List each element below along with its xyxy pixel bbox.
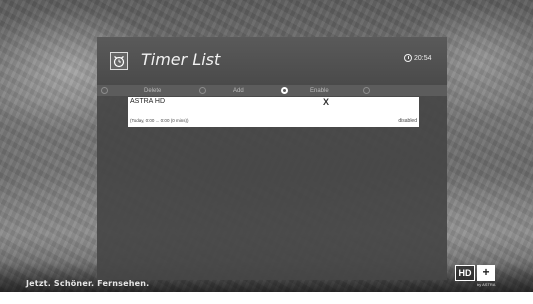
action-bar: Delete Add Enable — [97, 85, 447, 96]
add-label: Add — [233, 87, 244, 94]
hd-logo-text: HD — [455, 265, 475, 281]
enable-button[interactable] — [281, 85, 292, 96]
timer-list-panel: Timer List 20:54 Delete Add Enable ASTRA… — [97, 37, 447, 280]
clock-icon — [404, 54, 412, 62]
delete-label-wrap[interactable]: Delete — [144, 85, 161, 96]
page-title: Timer List — [141, 50, 221, 69]
enable-label-wrap[interactable]: Enable — [310, 85, 329, 96]
alarm-clock-icon — [110, 52, 128, 70]
enable-label: Enable — [310, 87, 329, 94]
logo-caption: by ASTRA — [477, 282, 496, 287]
timer-mark: X — [323, 97, 330, 107]
timer-status: disabled — [398, 118, 417, 124]
add-label-wrap[interactable]: Add — [233, 85, 244, 96]
delete-button[interactable] — [101, 85, 112, 96]
clock-display: 20:54 — [404, 54, 432, 62]
timer-row[interactable]: ASTRA HD X (Today, 0:00 ... 0:00 (0 mins… — [128, 97, 419, 127]
timer-channel: ASTRA HD — [130, 98, 166, 105]
radio-icon — [101, 87, 108, 94]
panel-header: Timer List 20:54 — [97, 37, 447, 85]
channel-tagline: Jetzt. Schöner. Fernsehen. — [26, 279, 150, 288]
radio-icon — [199, 87, 206, 94]
radio-selected-icon — [281, 87, 288, 94]
extra-button[interactable] — [363, 85, 374, 96]
clock-time: 20:54 — [414, 54, 432, 62]
add-button[interactable] — [199, 85, 210, 96]
radio-icon — [363, 87, 370, 94]
timer-time: (Today, 0:00 ... 0:00 (0 mins)) — [130, 118, 189, 123]
hd-plus-logo: HD + by ASTRA — [455, 265, 497, 287]
delete-label: Delete — [144, 87, 162, 94]
plus-logo-text: + — [477, 265, 495, 281]
